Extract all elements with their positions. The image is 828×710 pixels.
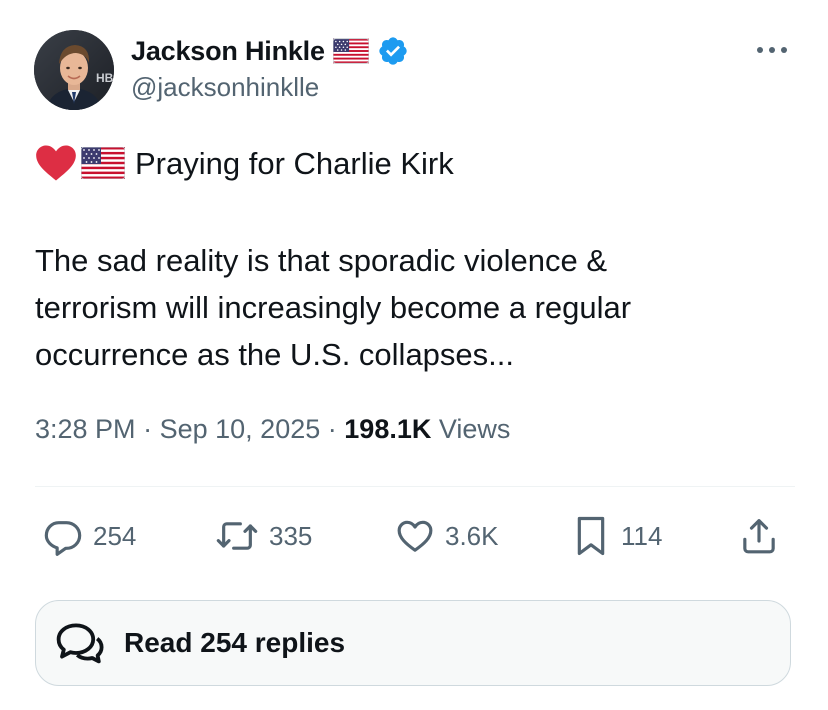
read-replies-label: Read 254 replies (124, 627, 346, 658)
verified-badge-icon[interactable] (377, 35, 409, 67)
more-options-button[interactable] (748, 36, 796, 64)
like-button[interactable]: 3.6K (395, 510, 499, 562)
tweet-body: The sad reality is that sporadic violenc… (35, 237, 795, 378)
author-display-name[interactable]: Jackson Hinkle (131, 36, 325, 67)
bookmark-icon (577, 516, 605, 556)
tweet-time[interactable]: 3:28 PM (35, 414, 136, 444)
bookmark-count: 114 (621, 520, 663, 551)
reply-button[interactable]: 254 (43, 510, 136, 562)
repost-button[interactable]: 335 (215, 510, 312, 562)
tweet-date[interactable]: Sep 10, 2025 (160, 414, 321, 444)
meta-separator: · (143, 414, 153, 444)
bookmark-button[interactable]: 114 (571, 510, 662, 562)
views-count[interactable]: 198.1K (344, 414, 431, 444)
us-flag-icon (81, 147, 125, 179)
more-horizontal-icon (757, 47, 787, 53)
us-flag-icon (332, 38, 369, 64)
tweet-first-line: Praying for Charlie Kirk (35, 136, 795, 190)
views-label: Views (438, 414, 511, 444)
reply-count: 254 (93, 520, 137, 551)
tweet-body-line: The sad reality is that sporadic violenc… (35, 243, 608, 278)
tweet-first-line-text: Praying for Charlie Kirk (135, 145, 454, 181)
svg-text:HB: HB (96, 71, 114, 85)
reply-icon-wrap (54, 619, 106, 667)
read-replies-button[interactable]: Read 254 replies (35, 600, 791, 686)
author-handle[interactable]: @jacksonhinklle (131, 72, 319, 103)
tweet-text: Praying for Charlie Kirk The sad reality… (35, 136, 795, 378)
tweet-meta: 3:28 PM · Sep 10, 2025 · 198.1K Views (35, 414, 510, 445)
heart-icon (36, 145, 76, 181)
meta-separator: · (327, 414, 337, 444)
like-count: 3.6K (445, 520, 499, 551)
share-icon (743, 519, 775, 554)
divider (35, 486, 795, 487)
tweet-body-line: occurrence as the U.S. collapses... (35, 337, 515, 372)
repost-icon (216, 522, 258, 550)
avatar[interactable]: HB (34, 30, 114, 110)
share-button[interactable] (739, 510, 779, 562)
avatar-image: HB (34, 30, 114, 110)
replies-bubble-icon (56, 623, 104, 664)
heart-outline-icon (397, 520, 433, 552)
action-bar: 254 335 3.6K 114 (35, 510, 795, 562)
author-name-row: Jackson Hinkle (131, 31, 409, 71)
repost-count: 335 (269, 520, 313, 551)
tweet-body-line: terrorism will increasingly become a reg… (35, 290, 632, 325)
reply-icon (44, 521, 82, 556)
